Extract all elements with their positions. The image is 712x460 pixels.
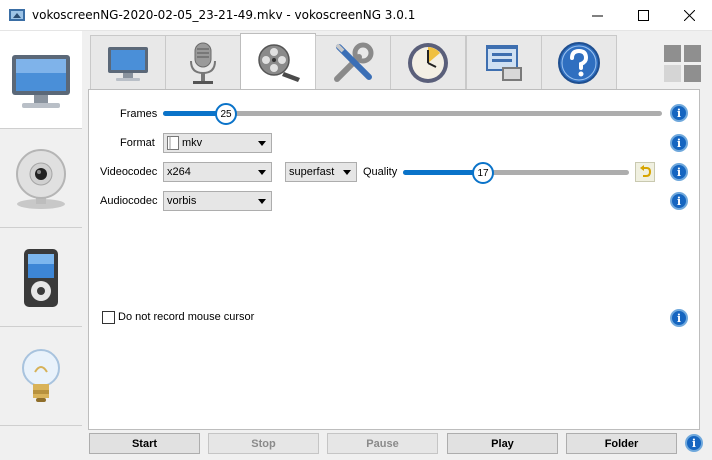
- minimize-button[interactable]: [574, 0, 620, 31]
- format-value: mkv: [182, 137, 203, 149]
- pause-button[interactable]: Pause: [327, 433, 438, 454]
- audiocodec-select[interactable]: vorbis: [163, 191, 272, 211]
- stop-button[interactable]: Stop: [208, 433, 319, 454]
- tab-video[interactable]: [240, 33, 316, 90]
- preset-select[interactable]: superfast: [285, 162, 357, 182]
- layout-grid-icon[interactable]: [664, 45, 702, 83]
- chevron-down-icon: [258, 170, 266, 175]
- video-settings-panel: Frames 25 Format mkv Videocodec x264 sup…: [88, 89, 700, 430]
- format-label: Format: [120, 137, 155, 149]
- film-reel-icon: [258, 44, 300, 82]
- videocodec-select[interactable]: x264: [163, 162, 272, 182]
- quality-slider-handle[interactable]: 17: [472, 162, 494, 184]
- tab-screen[interactable]: [90, 35, 166, 89]
- info-icon: i: [676, 136, 682, 150]
- file-icon: [167, 136, 179, 150]
- sidebar-tab-player[interactable]: [0, 229, 82, 327]
- videocodec-label: Videocodec: [100, 166, 158, 178]
- tools-icon: [334, 42, 374, 82]
- format-info-button[interactable]: i: [670, 134, 688, 152]
- close-icon: [683, 10, 695, 21]
- tab-settings[interactable]: [315, 35, 391, 89]
- mouse-cursor-label[interactable]: Do not record mouse cursor: [118, 311, 254, 323]
- videocodec-info-button[interactable]: i: [670, 163, 688, 181]
- chevron-down-icon: [258, 199, 266, 204]
- audiocodec-value: vorbis: [167, 195, 197, 207]
- title-bar: vokoscreenNG-2020-02-05_23-21-49.mkv - v…: [0, 0, 712, 31]
- webcam-icon: [16, 148, 66, 209]
- undo-icon: [640, 165, 652, 177]
- sidebar: [0, 31, 82, 460]
- app-icon: [9, 9, 25, 21]
- mouse-cursor-checkbox[interactable]: [102, 311, 115, 324]
- tab-system-tray[interactable]: [466, 35, 542, 89]
- help-icon: [558, 41, 600, 84]
- frames-label: Frames: [120, 108, 158, 120]
- quality-value: 17: [477, 167, 489, 179]
- format-select[interactable]: mkv: [163, 133, 272, 153]
- media-player-icon: [24, 248, 58, 307]
- mouse-cursor-info-button[interactable]: i: [670, 309, 688, 327]
- sidebar-tab-camera[interactable]: [0, 130, 82, 228]
- preset-value: superfast: [289, 166, 335, 178]
- chevron-down-icon: [258, 141, 266, 146]
- folder-button[interactable]: Folder: [566, 433, 677, 454]
- monitor-icon: [12, 54, 70, 108]
- tab-help[interactable]: [541, 35, 617, 89]
- window-title: vokoscreenNG-2020-02-05_23-21-49.mkv - v…: [32, 8, 416, 22]
- clock-icon: [408, 42, 448, 83]
- audiocodec-label: Audiocodec: [100, 195, 158, 207]
- sidebar-tab-info[interactable]: [0, 328, 82, 426]
- maximize-icon: [637, 10, 649, 21]
- monitor-icon: [108, 46, 148, 81]
- quality-slider-fill: [403, 170, 481, 175]
- minimize-icon: [591, 15, 603, 17]
- maximize-button[interactable]: [620, 0, 666, 31]
- window-icon: [486, 44, 522, 81]
- quality-label: Quality: [363, 166, 398, 178]
- audiocodec-info-button[interactable]: i: [670, 192, 688, 210]
- quality-reset-button[interactable]: [635, 162, 655, 182]
- sidebar-tab-screen[interactable]: [0, 31, 82, 129]
- bottom-info-button[interactable]: i: [685, 434, 703, 452]
- info-icon: i: [676, 194, 682, 208]
- frames-value: 25: [220, 108, 232, 120]
- frames-slider[interactable]: [163, 111, 662, 116]
- play-button[interactable]: Play: [447, 433, 558, 454]
- tab-timer[interactable]: [390, 35, 466, 89]
- quality-slider[interactable]: [403, 170, 629, 175]
- info-icon: i: [676, 165, 682, 179]
- chevron-down-icon: [343, 170, 351, 175]
- close-button[interactable]: [666, 0, 712, 31]
- frames-slider-handle[interactable]: 25: [215, 103, 237, 125]
- start-button[interactable]: Start: [89, 433, 200, 454]
- tab-audio[interactable]: [165, 35, 241, 89]
- info-icon: i: [676, 311, 682, 325]
- lightbulb-icon: [22, 348, 60, 402]
- frames-info-button[interactable]: i: [670, 104, 688, 122]
- info-icon: i: [676, 106, 682, 120]
- videocodec-value: x264: [167, 166, 191, 178]
- info-icon: i: [691, 436, 697, 450]
- microphone-icon: [190, 42, 216, 84]
